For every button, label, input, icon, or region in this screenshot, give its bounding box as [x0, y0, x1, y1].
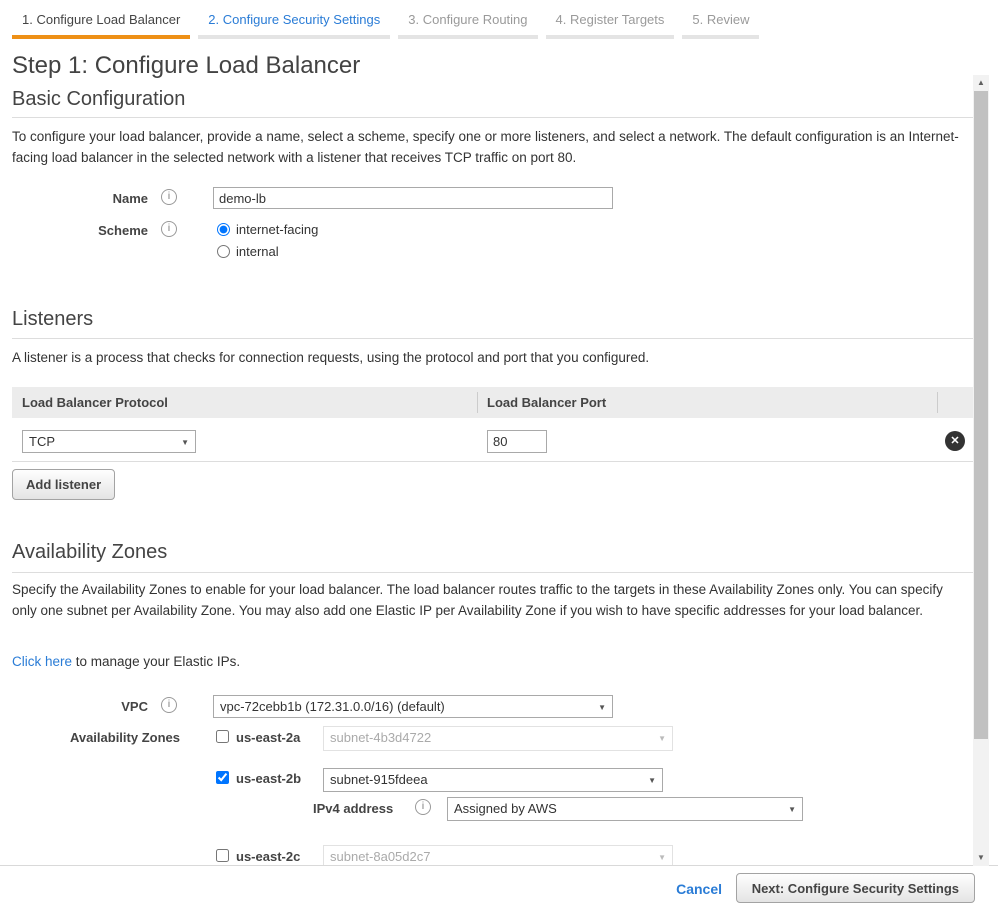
zone-name: us-east-2a	[236, 730, 300, 745]
section-divider	[12, 117, 973, 118]
column-header-port: Load Balancer Port	[487, 395, 606, 410]
protocol-select-value: TCP	[29, 434, 55, 449]
subnet-select-value: subnet-8a05d2c7	[330, 849, 430, 864]
add-listener-button[interactable]: Add listener	[12, 469, 115, 500]
ipv4-address-label: IPv4 address	[313, 801, 408, 816]
basic-configuration-heading: Basic Configuration	[12, 88, 185, 111]
scheme-option-internet-facing[interactable]: internet-facing	[217, 222, 318, 237]
subnet-select-us-east-2c: subnet-8a05d2c7 ▼	[323, 845, 673, 866]
scheme-info-icon[interactable]: i	[161, 221, 177, 237]
chevron-down-icon: ▼	[788, 805, 796, 814]
name-input[interactable]	[213, 187, 613, 209]
zone-name: us-east-2b	[236, 771, 301, 786]
elastic-ip-line-text: to manage your Elastic IPs.	[72, 654, 240, 669]
listeners-table-header: Load Balancer Protocol Load Balancer Por…	[12, 387, 973, 418]
zone-checkbox-us-east-2c[interactable]	[216, 849, 229, 862]
scheme-label: Scheme	[60, 223, 148, 238]
zone-name: us-east-2c	[236, 849, 300, 864]
vpc-select[interactable]: vpc-72cebb1b (172.31.0.0/16) (default) ▼	[213, 695, 613, 718]
vpc-info-icon[interactable]: i	[161, 697, 177, 713]
column-divider	[937, 392, 938, 413]
scrollbar-thumb[interactable]	[974, 91, 988, 739]
radio-option-label: internal	[236, 244, 279, 259]
column-divider	[477, 392, 478, 413]
scroll-up-arrow-icon[interactable]: ▲	[973, 75, 989, 91]
scroll-down-arrow-icon[interactable]: ▼	[973, 850, 989, 866]
availability-zones-label: Availability Zones	[40, 730, 180, 745]
basic-configuration-description: To configure your load balancer, provide…	[12, 126, 964, 168]
availability-zones-heading: Availability Zones	[12, 541, 167, 564]
internal-radio[interactable]	[217, 245, 230, 258]
ipv4-select-value: Assigned by AWS	[454, 801, 557, 816]
vertical-scrollbar[interactable]: ▲ ▼	[973, 75, 989, 866]
next-configure-security-settings-button[interactable]: Next: Configure Security Settings	[736, 873, 975, 903]
subnet-select-value: subnet-4b3d4722	[330, 730, 431, 745]
name-info-icon[interactable]: i	[161, 189, 177, 205]
ipv4-info-icon[interactable]: i	[415, 799, 431, 815]
zone-checkbox-us-east-2a[interactable]	[216, 730, 229, 743]
zone-checkbox-us-east-2b[interactable]	[216, 771, 229, 784]
scroll-content-region: Basic Configuration To configure your lo…	[0, 0, 998, 866]
listeners-heading: Listeners	[12, 308, 93, 331]
chevron-down-icon: ▼	[658, 853, 666, 862]
listener-row: TCP ▼ ✕	[12, 418, 973, 462]
elastic-ip-line: Click here to manage your Elastic IPs.	[12, 651, 964, 672]
vpc-select-value: vpc-72cebb1b (172.31.0.0/16) (default)	[220, 699, 445, 714]
vpc-label: VPC	[60, 699, 148, 714]
section-divider	[12, 572, 973, 573]
create-load-balancer-wizard: 1. Configure Load Balancer 2. Configure …	[0, 0, 998, 918]
chevron-down-icon: ▼	[181, 438, 189, 447]
subnet-select-us-east-2b[interactable]: subnet-915fdeea ▼	[323, 768, 663, 792]
subnet-select-value: subnet-915fdeea	[330, 772, 428, 787]
section-divider	[12, 338, 973, 339]
availability-zones-description: Specify the Availability Zones to enable…	[12, 579, 970, 621]
subnet-select-us-east-2a: subnet-4b3d4722 ▼	[323, 726, 673, 751]
radio-option-label: internet-facing	[236, 222, 318, 237]
chevron-down-icon: ▼	[598, 703, 606, 712]
listeners-description: A listener is a process that checks for …	[12, 347, 964, 368]
manage-elastic-ips-link[interactable]: Click here	[12, 654, 72, 669]
column-header-protocol: Load Balancer Protocol	[22, 395, 168, 410]
chevron-down-icon: ▼	[648, 776, 656, 785]
delete-listener-icon[interactable]: ✕	[945, 431, 965, 451]
internet-facing-radio[interactable]	[217, 223, 230, 236]
scheme-option-internal[interactable]: internal	[217, 244, 279, 259]
port-input[interactable]	[487, 430, 547, 453]
chevron-down-icon: ▼	[658, 734, 666, 743]
protocol-select[interactable]: TCP ▼	[22, 430, 196, 453]
cancel-button[interactable]: Cancel	[676, 881, 722, 897]
name-label: Name	[60, 191, 148, 206]
ipv4-address-select[interactable]: Assigned by AWS ▼	[447, 797, 803, 821]
